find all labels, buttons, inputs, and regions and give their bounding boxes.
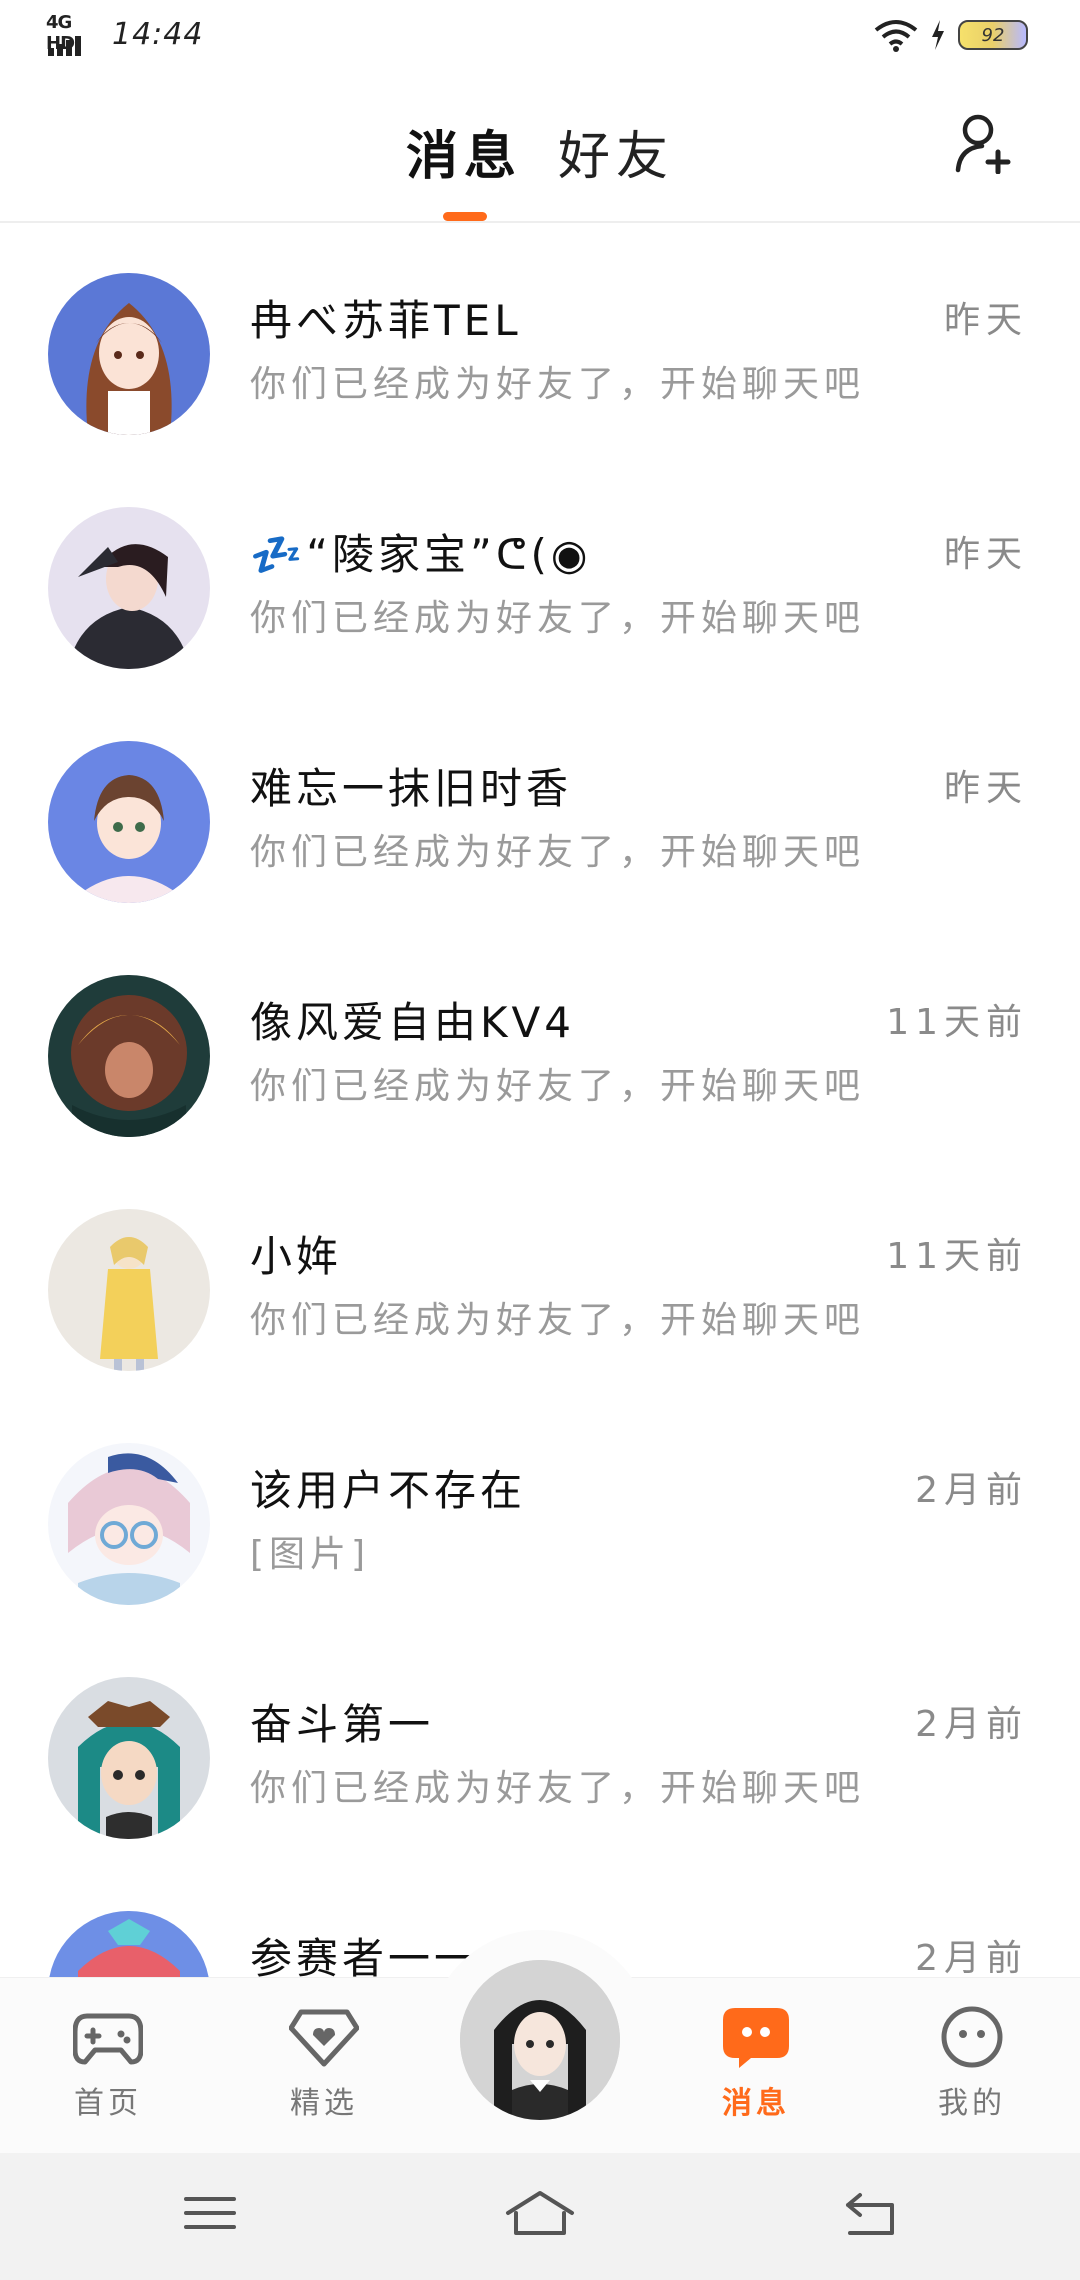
conversation-time: 11天前 <box>886 1002 1028 1043</box>
conversation-row[interactable]: 奋斗第一 你们已经成为好友了，开始聊天吧 2月前 <box>0 1629 1080 1863</box>
conversation-preview: 你们已经成为好友了，开始聊天吧 <box>250 598 866 639</box>
conversation-name: 参赛者一一 <box>250 1934 481 1977</box>
nav-me[interactable]: 我的 <box>912 2006 1032 2122</box>
conversation-name: 小姩 <box>250 1232 343 1281</box>
tab-messages[interactable]: 消息 <box>406 114 522 189</box>
nav-home[interactable]: 首页 <box>48 2006 168 2122</box>
conversation-row[interactable]: 像风爱自由KV4 你们已经成为好友了，开始聊天吧 11天前 <box>0 927 1080 1161</box>
face-icon <box>941 2006 1003 2068</box>
battery-level: 92 <box>981 24 1005 46</box>
nav-me-label: 我的 <box>938 2086 1006 2121</box>
avatar <box>48 507 210 669</box>
conversation-row[interactable]: 该用户不存在 [图片] 2月前 <box>0 1395 1080 1629</box>
avatar <box>48 1209 210 1371</box>
nav-featured-label: 精选 <box>290 2086 358 2121</box>
nav-featured[interactable]: 精选 <box>264 2006 384 2122</box>
status-bar: 4G HD 14:44 92 <box>0 0 1080 70</box>
conversation-name: 该用户不存在 <box>250 1466 527 1515</box>
conversation-time: 昨天 <box>943 300 1028 341</box>
conversation-preview: 你们已经成为好友了，开始聊天吧 <box>250 364 866 405</box>
back-icon[interactable] <box>830 2183 910 2243</box>
add-user-icon[interactable] <box>954 112 1016 174</box>
avatar <box>48 1677 210 1839</box>
tab-friends[interactable]: 好友 <box>558 114 674 189</box>
gamepad-icon <box>72 2013 144 2065</box>
conversation-row[interactable]: 小姩 你们已经成为好友了，开始聊天吧 11天前 <box>0 1161 1080 1395</box>
conversation-preview: 你们已经成为好友了，开始聊天吧 <box>250 832 866 873</box>
network-icon: 4G HD <box>46 12 98 56</box>
conversation-row[interactable]: 💤“陵家宝”ᕦ(◉ 你们已经成为好友了，开始聊天吧 昨天 <box>0 459 1080 693</box>
conversation-row[interactable]: 冉べ苏菲TEL 你们已经成为好友了，开始聊天吧 昨天 <box>0 225 1080 459</box>
avatar <box>48 1443 210 1605</box>
chat-bubble-icon <box>723 2008 789 2068</box>
header: 消息 好友 <box>0 70 1080 223</box>
status-time: 14:44 <box>112 16 204 52</box>
tab-indicator <box>443 212 487 221</box>
nav-messages[interactable]: 消息 <box>696 2006 816 2122</box>
conversation-preview: 你们已经成为好友了，开始聊天吧 <box>250 1066 866 1107</box>
conversation-name: 冉べ苏菲TEL <box>250 296 522 345</box>
conversation-name: 像风爱自由KV4 <box>250 998 575 1047</box>
conversation-name: 奋斗第一 <box>250 1700 435 1749</box>
conversation-time: 2月前 <box>915 1704 1028 1745</box>
conversation-name: 难忘一抹旧时香 <box>250 764 573 813</box>
conversation-time: 11天前 <box>886 1236 1028 1277</box>
system-nav-bar <box>0 2153 1080 2280</box>
conversation-time: 昨天 <box>943 768 1028 809</box>
conversation-preview: [图片] <box>250 1534 371 1575</box>
menu-icon[interactable] <box>170 2183 250 2243</box>
heart-shield-icon <box>288 2009 360 2067</box>
center-avatar-button[interactable] <box>456 1956 624 2124</box>
charging-icon <box>932 20 944 50</box>
wifi-icon <box>874 20 918 52</box>
conversation-list: 冉べ苏菲TEL 你们已经成为好友了，开始聊天吧 昨天 💤“陵家宝”ᕦ(◉ 你们已… <box>0 225 1080 1977</box>
conversation-name: 💤“陵家宝”ᕦ(◉ <box>250 530 592 579</box>
nav-messages-label: 消息 <box>722 2086 790 2121</box>
avatar <box>48 1911 210 1977</box>
conversation-time: 昨天 <box>943 534 1028 575</box>
avatar <box>48 741 210 903</box>
conversation-time: 2月前 <box>915 1938 1028 1977</box>
conversation-preview: 你们已经成为好友了，开始聊天吧 <box>250 1768 866 1809</box>
avatar <box>48 975 210 1137</box>
conversation-time: 2月前 <box>915 1470 1028 1511</box>
avatar <box>48 273 210 435</box>
conversation-row[interactable]: 难忘一抹旧时香 你们已经成为好友了，开始聊天吧 昨天 <box>0 693 1080 927</box>
home-icon[interactable] <box>500 2183 580 2243</box>
battery-icon: 92 <box>958 20 1028 50</box>
conversation-preview: 你们已经成为好友了，开始聊天吧 <box>250 1300 866 1341</box>
nav-home-label: 首页 <box>74 2086 142 2121</box>
